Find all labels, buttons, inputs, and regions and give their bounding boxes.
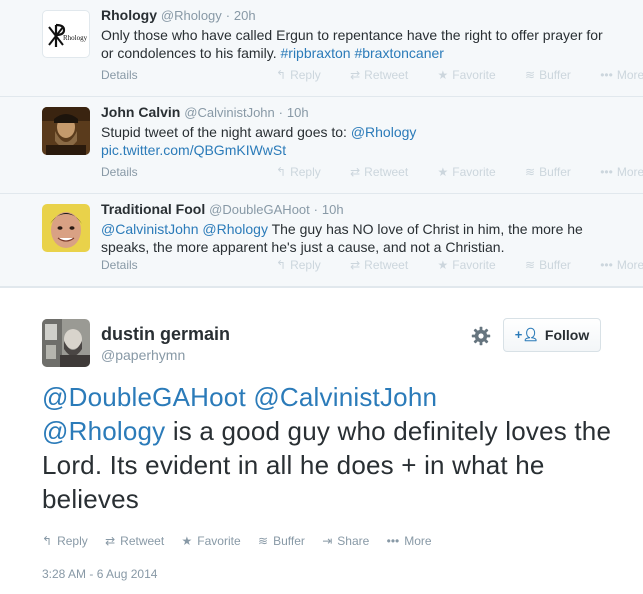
conversation-context: Rhology Rhology @Rhology · 20h Only thos… <box>0 0 643 287</box>
buffer-icon: ≋ <box>525 165 536 179</box>
tweet-traditional-fool[interactable]: Traditional Fool @DoubleGAHoot · 10h @Ca… <box>0 194 643 287</box>
more-icon: ••• <box>386 534 400 548</box>
buffer-icon: ≋ <box>525 258 536 272</box>
more-icon: ••• <box>600 258 613 272</box>
tweet-text: Only those who have called Ergun to repe… <box>101 27 603 61</box>
more-action[interactable]: ••• More <box>600 258 643 272</box>
more-icon: ••• <box>600 68 613 82</box>
tweet-text: @CalvinistJohn @Rhology The guy has NO l… <box>101 221 583 255</box>
mention-link[interactable]: @DoubleGAHoot <box>42 382 246 412</box>
tweet-timestamp[interactable]: 3:28 AM - 6 Aug 2014 <box>42 567 157 581</box>
buffer-action[interactable]: ≋ Buffer <box>525 165 584 179</box>
tweet-header: Traditional Fool @DoubleGAHoot · 10h <box>101 201 344 217</box>
more-icon: ••• <box>600 165 613 179</box>
star-icon: ★ <box>437 258 449 272</box>
follow-button[interactable]: +👤︎ Follow <box>503 318 601 352</box>
add-user-icon: +👤︎ <box>514 327 539 342</box>
retweet-action[interactable]: ⇄ Retweet <box>350 165 421 179</box>
more-button[interactable]: ••• More <box>387 534 432 548</box>
pic-link[interactable]: pic.twitter.com/QBGmKIWwSt <box>101 142 286 158</box>
details-link[interactable]: Details <box>101 258 138 272</box>
favorite-action[interactable]: ★ Favorite <box>438 165 509 179</box>
tweet-text: Stupid tweet of the night award goes to:… <box>101 124 417 158</box>
buffer-icon: ≋ <box>525 68 536 82</box>
buffer-action[interactable]: ≋ Buffer <box>525 68 584 82</box>
author-handle[interactable]: @paperhymn <box>101 347 185 363</box>
hashtag-link[interactable]: #ripbraxton <box>281 45 351 61</box>
reply-icon: ↰ <box>276 258 287 272</box>
reply-action[interactable]: ↰ Reply <box>276 258 334 272</box>
star-icon: ★ <box>181 534 193 548</box>
more-action[interactable]: ••• More <box>600 68 643 82</box>
author-handle[interactable]: @DoubleGAHoot <box>209 202 310 217</box>
retweet-icon: ⇄ <box>105 534 116 548</box>
details-link[interactable]: Details <box>101 68 138 82</box>
favorite-action[interactable]: ★ Favorite <box>438 68 509 82</box>
mention-link[interactable]: @CalvinistJohn <box>253 382 437 412</box>
share-icon: ⇥ <box>322 534 333 548</box>
tweet-actions: ↰ Reply ⇄ Retweet ★ Favorite ≋ Buffer ••• Mor… <box>276 68 643 82</box>
reply-button[interactable]: ↰ Reply <box>42 534 88 548</box>
mention-link[interactable]: @CalvinistJohn <box>101 221 198 237</box>
portrait-avatar-icon <box>42 107 90 155</box>
mention-link[interactable]: @Rhology <box>202 221 268 237</box>
reply-icon: ↰ <box>42 534 53 548</box>
retweet-icon: ⇄ <box>350 258 361 272</box>
mention-link[interactable]: @Rhology <box>351 124 417 140</box>
follow-label: Follow <box>544 327 590 343</box>
author-name[interactable]: dustin germain <box>101 324 230 345</box>
star-icon: ★ <box>437 165 449 179</box>
favorite-action[interactable]: ★ Favorite <box>438 258 509 272</box>
tweet-header: John Calvin @CalvinistJohn · 10h <box>101 104 309 120</box>
tweet-actions: ↰ Reply ⇄ Retweet ★ Favorite ≋ Buffer ⇥ Share… <box>42 534 446 548</box>
avatar[interactable] <box>42 204 90 252</box>
reply-icon: ↰ <box>276 68 287 82</box>
author-name[interactable]: John Calvin <box>101 104 180 120</box>
face-avatar-icon <box>42 204 90 252</box>
author-name[interactable]: Traditional Fool <box>101 201 205 217</box>
focused-tweet: dustin germain @paperhymn +👤︎ Follow @Do… <box>0 287 643 594</box>
mention-link[interactable]: @Rhology <box>42 416 165 446</box>
tweet-actions: ↰ Reply ⇄ Retweet ★ Favorite ≋ Buffer ••• Mor… <box>276 165 643 179</box>
tweet-text: @DoubleGAHoot @CalvinistJohn @Rhology is … <box>42 382 612 514</box>
avatar[interactable] <box>42 107 90 155</box>
tweet-time[interactable]: 20h <box>234 8 256 23</box>
more-action[interactable]: ••• More <box>600 165 643 179</box>
star-icon: ★ <box>437 68 449 82</box>
share-button[interactable]: ⇥ Share <box>322 534 369 548</box>
avatar[interactable]: Rhology <box>42 10 90 58</box>
reply-action[interactable]: ↰ Reply <box>276 165 334 179</box>
photo-avatar-icon <box>42 319 90 367</box>
author-name[interactable]: Rhology <box>101 7 157 23</box>
reply-icon: ↰ <box>276 165 287 179</box>
details-link[interactable]: Details <box>101 165 138 179</box>
tweet-rhology[interactable]: Rhology Rhology @Rhology · 20h Only thos… <box>0 0 643 97</box>
retweet-action[interactable]: ⇄ Retweet <box>350 258 421 272</box>
author-handle[interactable]: @Rhology <box>161 8 222 23</box>
retweet-icon: ⇄ <box>350 68 361 82</box>
retweet-action[interactable]: ⇄ Retweet <box>350 68 421 82</box>
buffer-action[interactable]: ≋ Buffer <box>525 258 584 272</box>
tweet-time[interactable]: 10h <box>322 202 344 217</box>
buffer-button[interactable]: ≋ Buffer <box>258 534 305 548</box>
reply-action[interactable]: ↰ Reply <box>276 68 334 82</box>
tweet-john-calvin[interactable]: John Calvin @CalvinistJohn · 10h Stupid … <box>0 97 643 194</box>
tweet-header: Rhology @Rhology · 20h <box>101 7 256 23</box>
retweet-icon: ⇄ <box>350 165 361 179</box>
tweet-actions: ↰ Reply ⇄ Retweet ★ Favorite ≋ Buffer ••• Mor… <box>276 258 643 272</box>
tweet-time[interactable]: 10h <box>287 105 309 120</box>
svg-text:Rhology: Rhology <box>63 34 88 42</box>
hashtag-link[interactable]: #braxtoncaner <box>354 45 444 61</box>
buffer-icon: ≋ <box>258 534 269 548</box>
rhology-logo-icon: Rhology <box>48 23 88 47</box>
author-handle[interactable]: @CalvinistJohn <box>184 105 275 120</box>
retweet-button[interactable]: ⇄ Retweet <box>105 534 164 548</box>
gear-icon[interactable] <box>471 326 491 346</box>
avatar[interactable] <box>42 319 90 367</box>
favorite-button[interactable]: ★ Favorite <box>182 534 241 548</box>
